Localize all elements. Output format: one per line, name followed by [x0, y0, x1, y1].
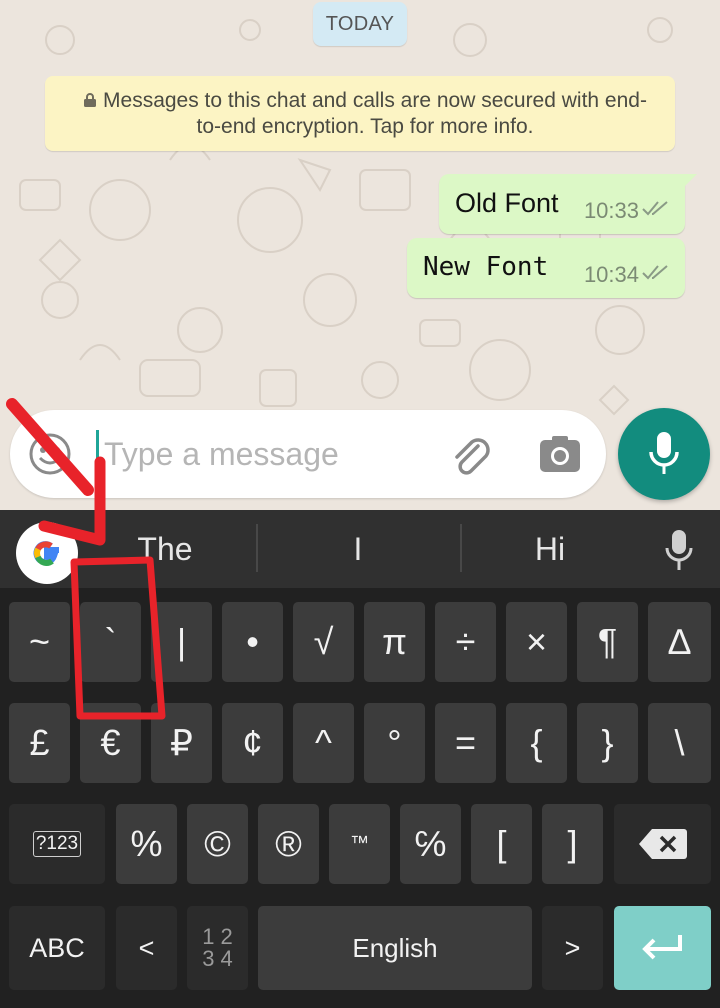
suggestion-strip: The I Hi: [0, 510, 720, 588]
key-enter[interactable]: [614, 906, 711, 990]
double-check-icon: [642, 265, 668, 280]
bubble-tail: [683, 174, 697, 188]
key-degree[interactable]: °: [364, 703, 425, 783]
encryption-notice[interactable]: Messages to this chat and calls are now …: [45, 76, 675, 151]
message-time: 10:33: [583, 198, 639, 223]
key-left-brace[interactable]: {: [506, 703, 567, 783]
message-composer[interactable]: [10, 410, 606, 498]
key-label: ?123: [32, 831, 82, 857]
key-backslash[interactable]: \: [648, 703, 711, 783]
key-space[interactable]: English: [258, 906, 532, 990]
key-euro[interactable]: €: [80, 703, 141, 783]
message-text: New Font: [423, 252, 549, 282]
lock-icon: [84, 93, 97, 107]
microphone-icon: [649, 432, 679, 474]
key-numpad[interactable]: 1 2 3 4: [187, 906, 248, 990]
key-divide[interactable]: ÷: [435, 602, 496, 682]
key-caret[interactable]: ^: [293, 703, 354, 783]
chat-area[interactable]: TODAY Messages to this chat and calls ar…: [0, 0, 720, 510]
message-bubble-outgoing[interactable]: Old Font 10:33: [439, 174, 697, 234]
enter-icon: [641, 935, 682, 960]
key-percent[interactable]: %: [116, 804, 177, 884]
voice-input-icon[interactable]: [664, 528, 694, 572]
key-sqrt[interactable]: √: [293, 602, 354, 682]
key-bullet[interactable]: •: [222, 602, 283, 682]
key-backspace[interactable]: [614, 804, 711, 884]
key-pi[interactable]: π: [364, 602, 425, 682]
message-bubble-outgoing[interactable]: New Font 10:34: [407, 238, 685, 298]
key-pipe[interactable]: |: [151, 602, 212, 682]
google-logo-icon[interactable]: [16, 522, 78, 584]
key-right-bracket[interactable]: ]: [542, 804, 603, 884]
key-copyright[interactable]: ©: [187, 804, 248, 884]
camera-icon[interactable]: [538, 434, 582, 474]
key-right-brace[interactable]: }: [577, 703, 638, 783]
key-trademark[interactable]: ™: [329, 804, 390, 884]
key-multiply[interactable]: ×: [506, 602, 567, 682]
divider: [256, 524, 258, 572]
key-label: 3 4: [202, 946, 233, 971]
message-text: Old Font: [455, 188, 559, 218]
key-abc[interactable]: ABC: [9, 906, 105, 990]
key-left-bracket[interactable]: [: [471, 804, 532, 884]
encryption-notice-text: Messages to this chat and calls are now …: [103, 89, 647, 138]
suggestion-item[interactable]: The: [100, 520, 230, 578]
keyboard[interactable]: The I Hi ~ ` | • √ π ÷ × ¶ ∆ £ € ₽ ¢ ^ °…: [0, 510, 720, 1008]
key-pound[interactable]: £: [9, 703, 70, 783]
key-ruble[interactable]: ₽: [151, 703, 212, 783]
double-check-icon: [642, 201, 668, 216]
suggestion-item[interactable]: Hi: [490, 520, 610, 578]
key-tilde[interactable]: ~: [9, 602, 70, 682]
key-cent[interactable]: ¢: [222, 703, 283, 783]
backspace-icon: [638, 829, 687, 859]
key-care-of[interactable]: ℅: [400, 804, 461, 884]
key-equals[interactable]: =: [435, 703, 496, 783]
divider: [460, 524, 462, 572]
message-time: 10:34: [583, 262, 639, 287]
date-chip: TODAY: [313, 2, 407, 46]
voice-message-button[interactable]: [618, 408, 710, 500]
key-pilcrow[interactable]: ¶: [577, 602, 638, 682]
key-symbols-toggle[interactable]: ?123: [9, 804, 105, 884]
key-delta[interactable]: ∆: [648, 602, 711, 682]
attach-icon[interactable]: [448, 432, 494, 478]
key-greater-than[interactable]: >: [542, 906, 603, 990]
key-less-than[interactable]: <: [116, 906, 177, 990]
message-input[interactable]: [102, 428, 436, 480]
key-backtick[interactable]: `: [80, 602, 141, 682]
suggestion-item[interactable]: I: [300, 520, 416, 578]
key-label: 1 2: [202, 924, 233, 949]
key-registered[interactable]: ®: [258, 804, 319, 884]
text-cursor: [96, 430, 99, 476]
emoji-icon[interactable]: [28, 432, 72, 476]
